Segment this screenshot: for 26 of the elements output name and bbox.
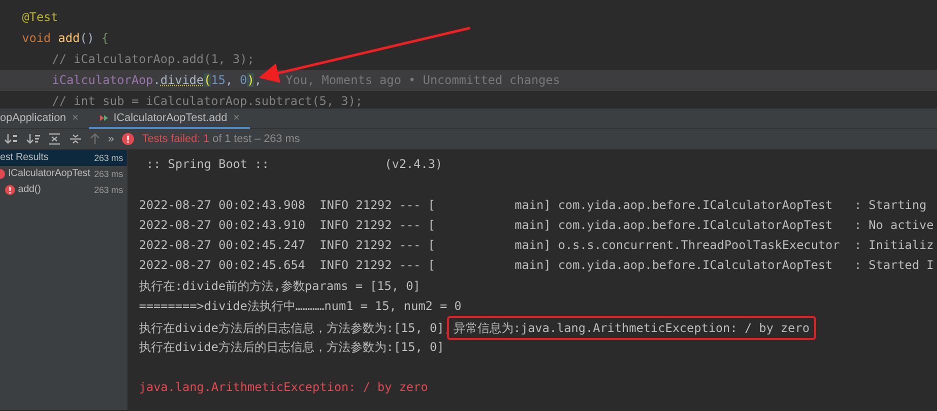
log-text: 执行在:divide前的方法,参数params = [15, 0] [139, 278, 420, 293]
sort-icon[interactable] [26, 133, 40, 145]
sort-icon[interactable] [4, 133, 18, 145]
code-line: void add() { [21, 30, 110, 47]
log-text: 执行在divide方法后的日志信息，方法参数为:[15, 0] [139, 340, 444, 354]
run-config-icon [98, 114, 108, 122]
log-text: :: Spring Boot :: (v2.4.3) [145, 157, 442, 171]
error-icon [122, 133, 134, 145]
highlighted-log-text: 异常信息为:java.lang.ArithmeticException: / by zero [447, 316, 816, 340]
code-line: @Test [21, 9, 60, 26]
log-text: ========>divide法执行中…………num1 = 15, num2 = 0 [139, 299, 462, 314]
log-text: 2022-08-27 00:02:43.910 INFO 21292 --- [ main] com.yida.aop.before.ICalculatorAopTest : No active [139, 218, 934, 232]
more-button[interactable]: » [108, 130, 114, 148]
log-text: 2022-08-27 00:02:45.247 INFO 21292 --- [ main] o.s.s.concurrent.ThreadPoolTaskExecutor : Initializ [139, 238, 934, 252]
tree-item[interactable]: add() 263 ms [0, 182, 127, 198]
expand-icon[interactable] [48, 133, 61, 145]
tree-item[interactable]: est Results 263 ms [0, 150, 127, 166]
code-line: // int sub = iCalculatorAop.subtract(5, 3); [51, 93, 364, 110]
test-status: Tests failed: 1 of 1 test – 263 ms [142, 132, 300, 147]
collapse-icon[interactable] [69, 133, 82, 145]
tree-item[interactable]: ICalculatorAopTest 263 ms [0, 166, 127, 182]
code-line: // iCalculatorAop.add(1, 3); [51, 51, 256, 68]
log-text: 2022-08-27 00:02:43.908 INFO 21292 --- [ main] com.yida.aop.before.ICalculatorAopTest : Starting [139, 198, 926, 212]
log-text: java.lang.ArithmeticException: / by zero [139, 380, 428, 394]
tab[interactable]: opApplication × [0, 109, 88, 129]
log-text: 2022-08-27 00:02:45.654 INFO 21292 --- [ main] com.yida.aop.before.ICalculatorAopTest : Started I [139, 258, 934, 272]
